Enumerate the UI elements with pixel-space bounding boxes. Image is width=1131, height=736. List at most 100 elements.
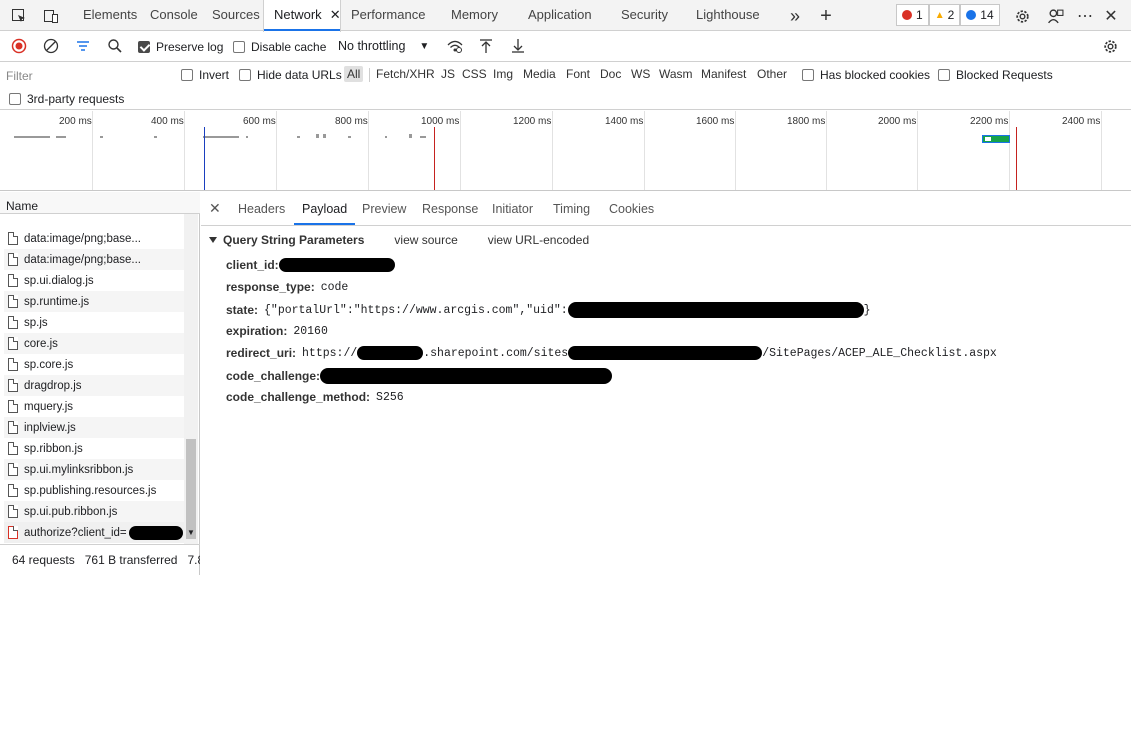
filter-type-img[interactable]: Img <box>493 67 513 81</box>
tab-preview[interactable]: Preview <box>362 202 406 216</box>
filter-type-ws[interactable]: WS <box>631 67 650 81</box>
file-icon <box>8 295 18 308</box>
throttling-value: No throttling <box>338 39 406 53</box>
tab-payload[interactable]: Payload <box>293 202 356 225</box>
request-list-scrollbar[interactable]: ▼ <box>184 214 198 544</box>
list-item[interactable] <box>4 202 184 214</box>
close-devtools-icon[interactable]: ✕ <box>1101 6 1121 26</box>
clear-icon[interactable] <box>41 36 61 56</box>
import-har-icon[interactable] <box>476 36 496 56</box>
file-icon <box>8 463 18 476</box>
filter-type-manifest[interactable]: Manifest <box>701 67 746 81</box>
add-tab-icon[interactable]: + <box>816 5 836 27</box>
resources-size: 7.8 l <box>187 553 200 567</box>
request-row[interactable]: data:image/png;base... <box>4 249 184 270</box>
network-settings-gear-icon[interactable] <box>1100 36 1120 56</box>
request-row[interactable]: sp.ribbon.js <box>4 438 184 459</box>
request-row[interactable]: data:image/png;base... <box>4 228 184 249</box>
request-row[interactable]: sp.ui.dialog.js <box>4 270 184 291</box>
hide-data-urls-checkbox[interactable]: Hide data URLs <box>239 68 342 82</box>
filter-type-fetch-xhr[interactable]: Fetch/XHR <box>376 67 435 81</box>
filter-type-doc[interactable]: Doc <box>600 67 621 81</box>
redaction <box>568 346 763 360</box>
record-icon[interactable] <box>9 36 29 56</box>
settings-gear-icon[interactable] <box>1012 6 1032 26</box>
view-source-link[interactable]: view source <box>394 233 457 247</box>
customize-icon[interactable] <box>1045 6 1065 26</box>
filter-type-other[interactable]: Other <box>757 67 787 81</box>
request-row[interactable]: mquery.js <box>4 396 184 417</box>
param-code-challenge-method: code_challenge_method: S256 <box>226 390 404 404</box>
more-tabs-icon[interactable]: » <box>785 6 805 26</box>
device-toolbar-icon[interactable] <box>41 6 61 26</box>
preserve-log-label: Preserve log <box>156 40 224 54</box>
filter-type-all[interactable]: All <box>344 66 364 82</box>
request-name: core.js <box>24 337 58 350</box>
tab-timing[interactable]: Timing <box>553 202 590 216</box>
third-party-requests-checkbox[interactable]: 3rd-party requests <box>9 92 124 106</box>
filter-input[interactable] <box>4 66 170 86</box>
throttling-select[interactable]: No throttling ▼ <box>338 39 429 53</box>
preserve-log-checkbox[interactable]: Preserve log <box>138 40 223 54</box>
has-blocked-cookies-label: Has blocked cookies <box>820 68 931 82</box>
close-detail-icon[interactable]: ✕ <box>209 200 221 217</box>
error-badge[interactable]: 1 <box>896 4 929 26</box>
disable-cache-checkbox[interactable]: Disable cache <box>233 40 326 54</box>
filter-type-media[interactable]: Media <box>523 67 556 81</box>
tab-headers[interactable]: Headers <box>238 202 285 216</box>
issue-badges[interactable]: 1 ▲ 2 14 <box>896 4 1000 26</box>
file-icon <box>8 337 18 350</box>
tab-memory[interactable]: Memory <box>441 0 508 31</box>
request-row[interactable]: dragdrop.js <box>4 375 184 396</box>
param-key: code_challenge: <box>226 369 321 383</box>
tab-sources[interactable]: Sources <box>202 0 270 31</box>
file-icon <box>8 232 18 245</box>
tab-console[interactable]: Console <box>140 0 208 31</box>
search-icon[interactable] <box>105 36 125 56</box>
request-row[interactable]: sp.publishing.resources.js <box>4 480 184 501</box>
more-options-icon[interactable]: ⋯ <box>1075 6 1095 26</box>
request-row[interactable]: sp.core.js <box>4 354 184 375</box>
network-conditions-icon[interactable] <box>445 36 465 56</box>
tab-cookies[interactable]: Cookies <box>609 202 654 216</box>
blocked-requests-checkbox[interactable]: Blocked Requests <box>938 68 1053 82</box>
filter-type-font[interactable]: Font <box>566 67 590 81</box>
request-name: data:image/png;base... <box>24 253 141 266</box>
request-bar <box>420 136 426 138</box>
file-icon <box>8 253 18 266</box>
tab-network[interactable]: Network ✕ <box>263 0 341 32</box>
warning-badge[interactable]: ▲ 2 <box>928 4 961 26</box>
request-row[interactable]: inplview.js <box>4 417 184 438</box>
request-row[interactable]: sp.runtime.js <box>4 291 184 312</box>
scroll-down-icon[interactable]: ▼ <box>187 528 195 537</box>
param-value: code <box>320 280 349 294</box>
scrollbar-thumb[interactable] <box>186 439 196 539</box>
request-row[interactable]: sp.js <box>4 312 184 333</box>
request-row-selected[interactable]: authorize?client_id= <box>4 522 184 543</box>
filter-type-js[interactable]: JS <box>441 67 455 81</box>
request-row[interactable]: core.js <box>4 333 184 354</box>
tab-initiator[interactable]: Initiator <box>492 202 533 216</box>
query-string-section-header[interactable]: Query String Parameters view source view… <box>209 233 589 247</box>
tab-response[interactable]: Response <box>422 202 478 216</box>
request-row[interactable]: sp.ui.pub.ribbon.js <box>4 501 184 522</box>
network-overview-timeline[interactable]: 200 ms 400 ms 600 ms 800 ms 1000 ms 1200… <box>0 111 1131 191</box>
request-row[interactable]: sp.ui.mylinksribbon.js <box>4 459 184 480</box>
message-badge[interactable]: 14 <box>960 4 1000 26</box>
tab-lighthouse[interactable]: Lighthouse <box>686 0 770 31</box>
filter-type-wasm[interactable]: Wasm <box>659 67 693 81</box>
tab-security[interactable]: Security <box>611 0 678 31</box>
filter-type-css[interactable]: CSS <box>462 67 487 81</box>
filter-icon[interactable] <box>73 36 93 56</box>
tab-elements[interactable]: Elements <box>73 0 147 31</box>
export-har-icon[interactable] <box>508 36 528 56</box>
dropdown-arrow-icon: ▼ <box>419 40 430 52</box>
checkbox-checked-icon <box>138 41 150 53</box>
tab-performance[interactable]: Performance <box>341 0 435 31</box>
inspect-element-icon[interactable] <box>9 6 29 26</box>
has-blocked-cookies-checkbox[interactable]: Has blocked cookies <box>802 68 930 82</box>
close-icon[interactable]: ✕ <box>330 7 341 22</box>
tab-application[interactable]: Application <box>518 0 602 31</box>
invert-checkbox[interactable]: Invert <box>181 68 229 82</box>
view-url-encoded-link[interactable]: view URL-encoded <box>488 233 589 247</box>
